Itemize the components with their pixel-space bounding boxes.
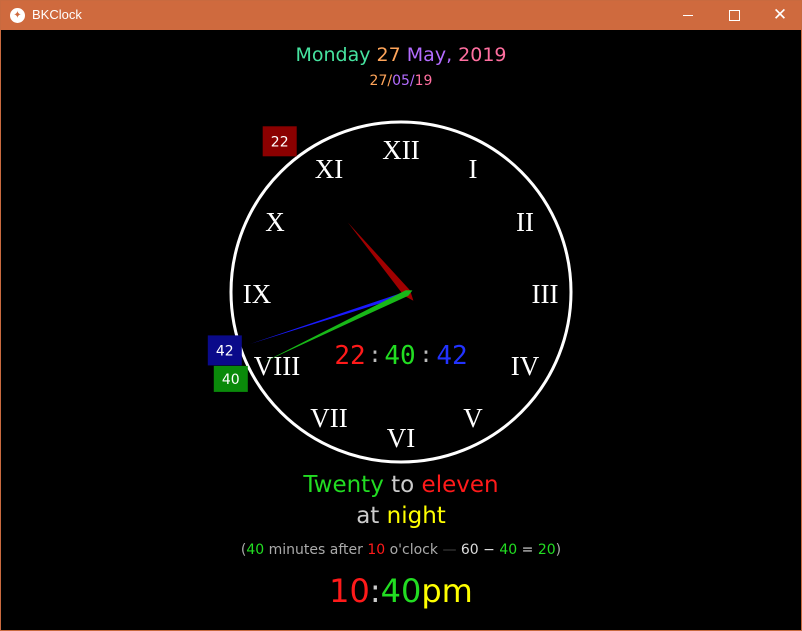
explain-text-1: minutes after	[264, 542, 368, 558]
face-digital-minutes: 40	[384, 341, 415, 371]
explain-calc-eq: =	[517, 542, 538, 558]
numeral-iv: IV	[511, 351, 540, 381]
numeral-iii: III	[532, 279, 559, 309]
numeral-ix: IX	[243, 279, 272, 309]
face-digital-sep-1: :	[368, 343, 381, 368]
explain-calc-a: 60 −	[456, 542, 500, 558]
digital-12h-hour: 10	[329, 572, 370, 610]
time-explanation: (40 minutes after 10 o'clock — 60 − 40 =…	[0, 542, 802, 558]
time-words-line-2: at night	[0, 503, 802, 529]
word-night: night	[386, 503, 446, 529]
minute-badge: 40	[213, 365, 248, 392]
numeral-ii: II	[516, 207, 534, 237]
face-digital-time: 22 : 40 : 42	[334, 341, 467, 371]
word-twenty: Twenty	[303, 472, 384, 498]
explain-hour: 10	[367, 542, 386, 558]
face-digital-sep-2: :	[419, 343, 432, 368]
hour-badge-label: 22	[271, 134, 289, 150]
numeral-vii: VII	[310, 403, 347, 433]
word-eleven: eleven	[421, 472, 499, 498]
explain-minutes: 40	[246, 542, 265, 558]
numeral-v: V	[463, 403, 483, 433]
numeral-i: I	[469, 154, 478, 184]
second-badge-label: 42	[216, 343, 234, 359]
digital-12h-ampm: pm	[421, 572, 473, 610]
analog-clock: XII I II III IV V VI VII VIII IX X XI 22…	[207, 120, 573, 464]
time-words-line-1: Twenty to eleven	[0, 472, 802, 498]
explain-calc-c: 20	[537, 542, 556, 558]
explain-close-paren: )	[555, 542, 562, 558]
hour-badge: 22	[262, 126, 297, 157]
word-at: at	[356, 503, 380, 529]
minute-badge-label: 40	[222, 372, 240, 388]
word-to: to	[391, 472, 415, 498]
clock-face	[229, 120, 573, 464]
digital-12h-time: 10:40pm	[0, 572, 802, 610]
numeral-xi: XI	[315, 154, 344, 184]
digital-12h-minute: 40	[380, 572, 422, 610]
digital-12h-sep: :	[369, 572, 381, 610]
face-digital-hours: 22	[334, 341, 365, 371]
second-badge: 42	[207, 335, 242, 366]
numeral-xii: XII	[382, 135, 419, 165]
numeral-x: X	[265, 207, 285, 237]
face-digital-seconds: 42	[436, 341, 467, 371]
numeral-vi: VI	[387, 423, 416, 453]
explain-text-2: o'clock	[385, 542, 443, 558]
explain-dash: —	[442, 542, 457, 558]
explain-calc-b: 40	[499, 542, 518, 558]
